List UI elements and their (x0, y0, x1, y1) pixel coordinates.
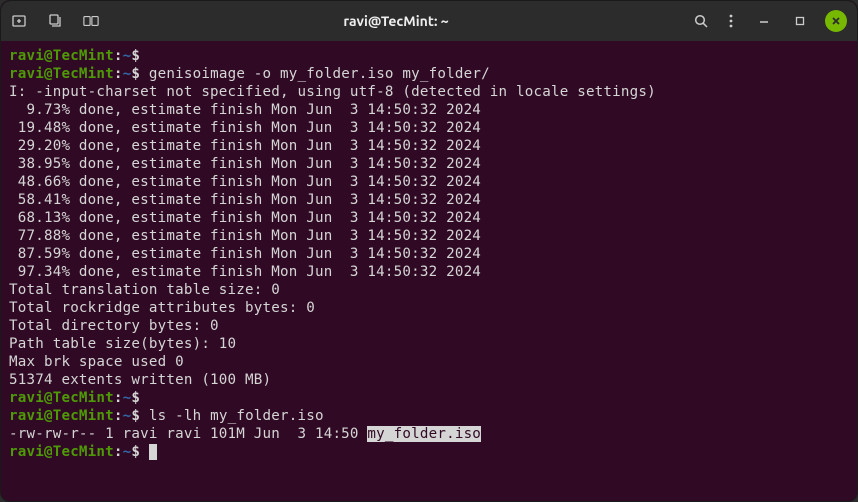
new-window-icon[interactable] (47, 13, 63, 29)
terminal-output[interactable]: ravi@TecMint:~$ ravi@TecMint:~$ genisoim… (1, 41, 857, 501)
prompt-symbol: $ (131, 444, 140, 460)
minimize-button[interactable] (753, 10, 775, 32)
prompt-userhost: ravi@TecMint (9, 444, 114, 460)
prompt-symbol: $ (131, 48, 140, 64)
output-line: 58.41% done, estimate finish Mon Jun 3 1… (9, 192, 481, 208)
titlebar-right-controls (693, 10, 847, 32)
prompt-sep: : (114, 48, 123, 64)
output-line: 9.73% done, estimate finish Mon Jun 3 14… (9, 102, 481, 118)
output-line: Total translation table size: 0 (9, 282, 280, 298)
close-button[interactable] (825, 10, 847, 32)
output-line: 87.59% done, estimate finish Mon Jun 3 1… (9, 246, 481, 262)
prompt-userhost: ravi@TecMint (9, 390, 114, 406)
ls-output-filename: my_folder.iso (367, 426, 481, 442)
window-title: ravi@TecMint: ~ (99, 13, 693, 29)
prompt-userhost: ravi@TecMint (9, 48, 114, 64)
output-line: 29.20% done, estimate finish Mon Jun 3 1… (9, 138, 481, 154)
output-line: 97.34% done, estimate finish Mon Jun 3 1… (9, 264, 481, 280)
split-icon[interactable] (83, 13, 99, 29)
output-line: 68.13% done, estimate finish Mon Jun 3 1… (9, 210, 481, 226)
new-tab-icon[interactable] (11, 13, 27, 29)
prompt-symbol: $ (131, 390, 140, 406)
output-line: Total rockridge attributes bytes: 0 (9, 300, 315, 316)
prompt-symbol: $ (131, 408, 140, 424)
terminal-window: ravi@TecMint: ~ ravi@TecMint:~$ ravi@Tec… (0, 0, 858, 502)
prompt-symbol: $ (131, 66, 140, 82)
maximize-button[interactable] (789, 10, 811, 32)
prompt-sep: : (114, 444, 123, 460)
prompt-sep: : (114, 66, 123, 82)
titlebar: ravi@TecMint: ~ (1, 1, 857, 41)
titlebar-left-controls (11, 13, 99, 29)
output-line: I: -input-charset not specified, using u… (9, 84, 656, 100)
cursor (149, 444, 157, 460)
menu-icon[interactable] (723, 13, 739, 29)
output-line: 19.48% done, estimate finish Mon Jun 3 1… (9, 120, 481, 136)
output-line: 77.88% done, estimate finish Mon Jun 3 1… (9, 228, 481, 244)
prompt-sep: : (114, 408, 123, 424)
output-line: Path table size(bytes): 10 (9, 336, 236, 352)
output-line: Max brk space used 0 (9, 354, 184, 370)
output-line: 38.95% done, estimate finish Mon Jun 3 1… (9, 156, 481, 172)
prompt-sep: : (114, 390, 123, 406)
command-line: ls -lh my_folder.iso (149, 408, 324, 424)
output-line: 48.66% done, estimate finish Mon Jun 3 1… (9, 174, 481, 190)
command-line: genisoimage -o my_folder.iso my_folder/ (149, 66, 490, 82)
output-line: Total directory bytes: 0 (9, 318, 219, 334)
prompt-userhost: ravi@TecMint (9, 66, 114, 82)
output-line: 51374 extents written (100 MB) (9, 372, 271, 388)
prompt-userhost: ravi@TecMint (9, 408, 114, 424)
ls-output-prefix: -rw-rw-r-- 1 ravi ravi 101M Jun 3 14:50 (9, 426, 367, 442)
search-icon[interactable] (693, 13, 709, 29)
